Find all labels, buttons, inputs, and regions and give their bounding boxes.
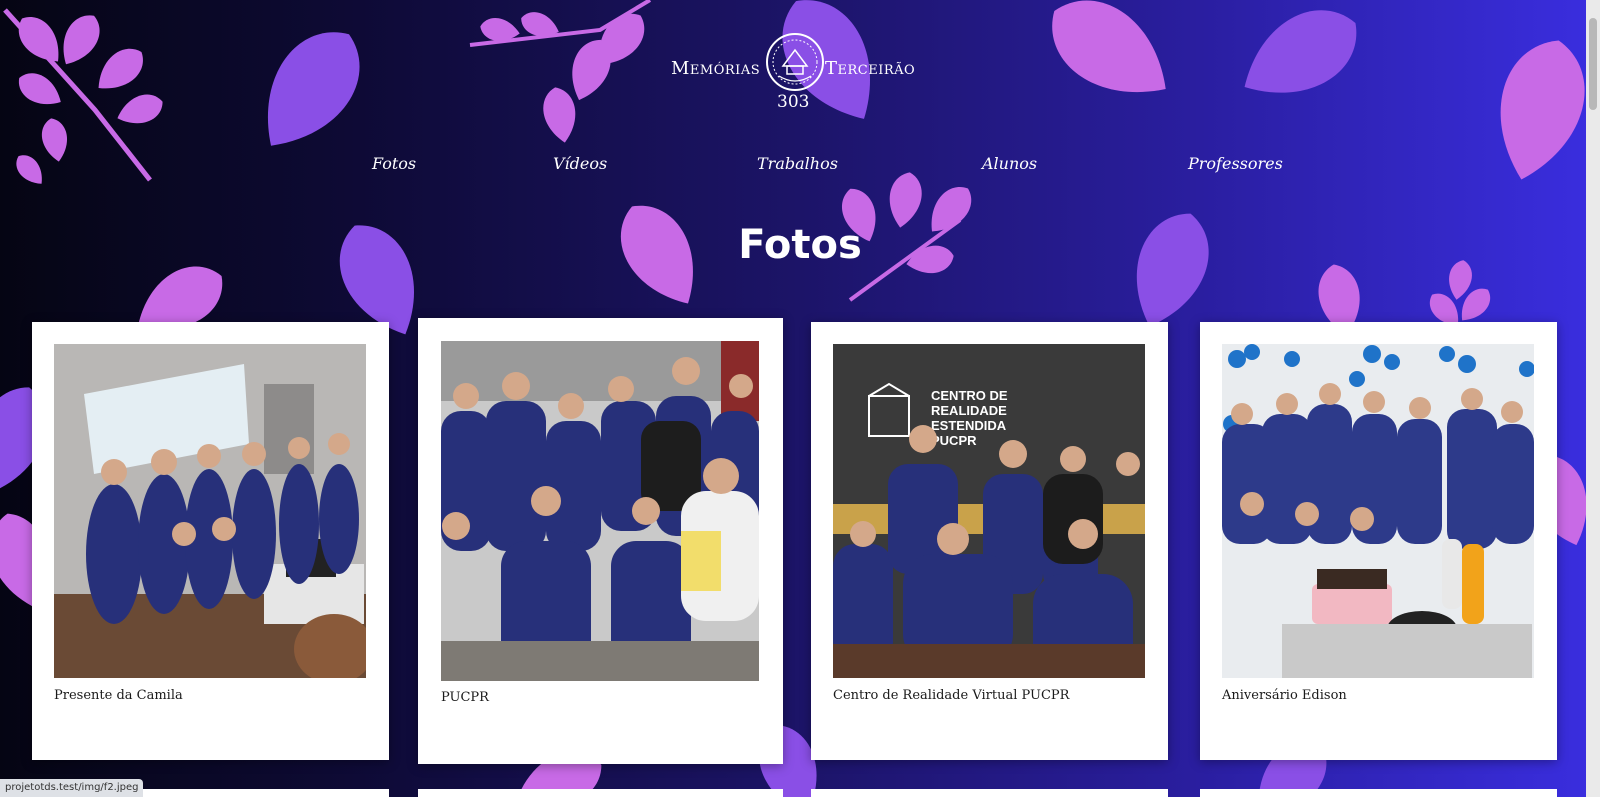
logo-word-left: Memórias [671, 58, 761, 79]
group-photo-hallway [441, 341, 759, 681]
nav-item-professores[interactable]: Professores [1188, 154, 1283, 173]
signage-line-2: REALIDADE [931, 403, 1007, 418]
photo-image[interactable]: CENTRO DE REALIDADE ESTENDIDA PUCPR [833, 344, 1145, 678]
photo-caption: PUCPR [441, 690, 489, 705]
scrollbar-thumb[interactable] [1589, 18, 1597, 110]
photo-caption: Centro de Realidade Virtual PUCPR [833, 688, 1070, 703]
photo-card[interactable]: CENTRO DE REALIDADE ESTENDIDA PUCPR Cent… [811, 322, 1168, 760]
seal-icon [766, 33, 824, 91]
nav-item-videos[interactable]: Vídeos [553, 154, 607, 173]
photo-image[interactable] [54, 344, 366, 678]
signage-line-1: CENTRO DE [931, 388, 1008, 403]
nav-item-alunos[interactable]: Alunos [982, 154, 1037, 173]
page-title: Fotos [738, 222, 862, 268]
logo-class-number: 303 [777, 92, 810, 112]
photo-image[interactable] [1222, 344, 1534, 678]
status-bar-url: projetotds.test/img/f2.jpeg [0, 779, 144, 797]
main-nav: Fotos Vídeos Trabalhos Alunos Professore… [0, 154, 1600, 184]
group-photo-classroom [54, 344, 366, 678]
signage-line-4: PUCPR [931, 433, 977, 448]
page-scrollbar[interactable] [1586, 0, 1600, 797]
signage-line-3: ESTENDIDA [931, 418, 1007, 433]
photo-image[interactable] [441, 341, 759, 681]
next-row-card[interactable] [811, 789, 1168, 797]
nav-item-trabalhos[interactable]: Trabalhos [757, 154, 838, 173]
photo-card[interactable]: Presente da Camila [32, 322, 389, 760]
photo-card[interactable]: Aniversário Edison [1200, 322, 1557, 760]
photo-caption: Presente da Camila [54, 688, 183, 703]
group-photo-pucpr-center: CENTRO DE REALIDADE ESTENDIDA PUCPR [833, 344, 1145, 678]
next-row-card[interactable] [418, 789, 783, 797]
photo-caption: Aniversário Edison [1222, 688, 1347, 703]
logo-word-right: Terceirão [825, 58, 916, 79]
site-logo[interactable]: Memórias Terceirão 303 [665, 30, 925, 115]
group-photo-birthday [1222, 344, 1534, 678]
nav-item-fotos[interactable]: Fotos [372, 154, 416, 173]
photo-card[interactable]: PUCPR [418, 318, 783, 764]
next-row-card[interactable] [1200, 789, 1557, 797]
